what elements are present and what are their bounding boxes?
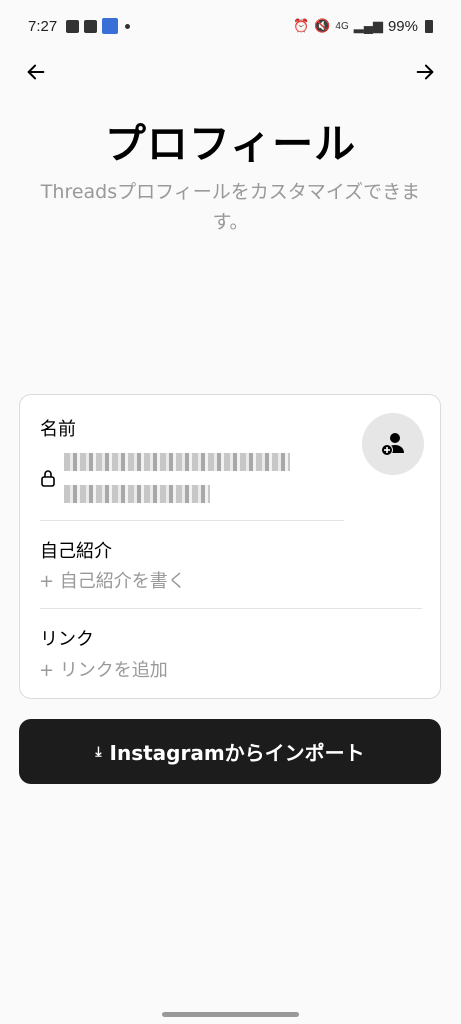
add-person-icon xyxy=(381,433,404,456)
status-bar: 7:27 ⏰ 🔇 4G ▂▄▆ 99% xyxy=(0,0,461,52)
status-bar-right: ⏰ 🔇 4G ▂▄▆ 99% xyxy=(293,18,433,35)
battery-icon xyxy=(425,19,433,33)
more-notifications-icon xyxy=(125,23,131,29)
profile-card: 名前 自己紹介 + 自己紹介を書く リンク + リンクを追加 xyxy=(19,394,441,699)
arrow-left-icon xyxy=(27,64,45,80)
next-button[interactable] xyxy=(409,56,441,88)
back-button[interactable] xyxy=(20,56,52,88)
link-input[interactable]: + リンクを追加 xyxy=(39,656,168,682)
bio-label: 自己紹介 xyxy=(40,541,112,562)
name-value-redacted xyxy=(64,485,210,503)
import-from-instagram-button[interactable]: ⤓ Instagramからインポート xyxy=(19,719,441,784)
page-subtitle: Threadsプロフィールをカスタマイズできます。 xyxy=(40,181,421,233)
gallery-notification-icon xyxy=(66,19,80,33)
alarm-icon: ⏰ xyxy=(293,18,310,33)
arrow-right-icon xyxy=(416,64,434,80)
name-value-redacted xyxy=(64,453,290,471)
bio-input[interactable]: + 自己紹介を書く xyxy=(39,567,186,593)
divider xyxy=(40,608,422,609)
divider xyxy=(40,520,344,521)
app-notification-icon xyxy=(102,18,119,34)
status-time: 7:27 xyxy=(28,17,58,35)
home-indicator[interactable] xyxy=(162,1012,299,1017)
status-bar-left: 7:27 xyxy=(28,17,131,35)
mute-icon: 🔇 xyxy=(314,18,331,33)
import-button-label: Instagramからインポート xyxy=(109,741,365,765)
add-profile-photo-button[interactable] xyxy=(362,413,424,475)
network-type: 4G xyxy=(335,20,349,32)
download-icon: ⤓ xyxy=(95,743,102,760)
calendar-notification-icon xyxy=(84,19,98,33)
lock-icon xyxy=(41,470,55,487)
signal-icon: ▂▄▆ xyxy=(353,18,383,33)
page-title: プロフィール xyxy=(104,120,357,168)
link-label: リンク xyxy=(40,629,94,650)
name-label: 名前 xyxy=(40,419,76,440)
battery-percent: 99% xyxy=(387,17,418,35)
